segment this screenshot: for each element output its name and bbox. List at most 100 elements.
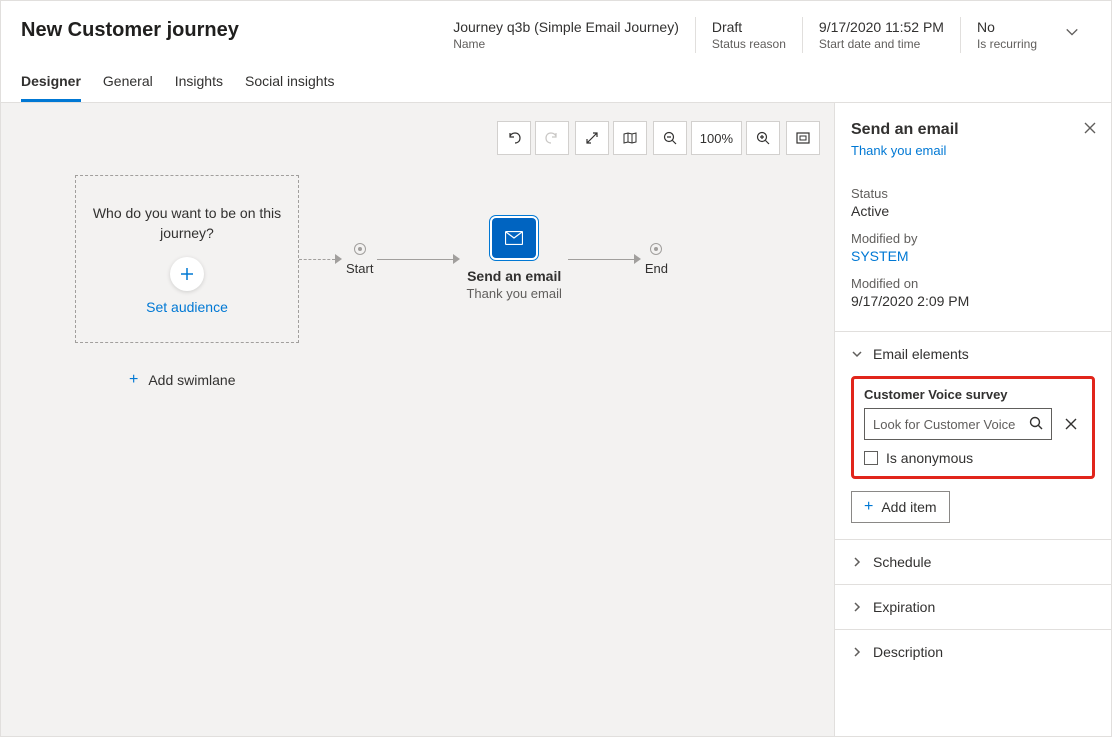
section-email-elements-title: Email elements bbox=[873, 346, 969, 362]
modifiedon-label: Modified on bbox=[851, 276, 1095, 291]
set-audience-link[interactable]: Set audience bbox=[146, 299, 228, 315]
end-label: End bbox=[645, 261, 668, 276]
meta-recurring[interactable]: No Is recurring bbox=[960, 17, 1053, 53]
header: New Customer journey Journey q3b (Simple… bbox=[1, 1, 1111, 53]
modifiedby-label: Modified by bbox=[851, 231, 1095, 246]
zoom-in-icon bbox=[755, 130, 771, 146]
tab-designer[interactable]: Designer bbox=[21, 73, 81, 102]
canvas-toolbar: 100% bbox=[497, 121, 820, 155]
plus-icon: + bbox=[129, 371, 138, 389]
expand-header-button[interactable] bbox=[1053, 17, 1091, 47]
connector-dash bbox=[299, 259, 335, 260]
app-window: New Customer journey Journey q3b (Simple… bbox=[0, 0, 1112, 737]
status-value: Active bbox=[851, 203, 1095, 219]
undo-button[interactable] bbox=[497, 121, 531, 155]
email-node-title: Send an email bbox=[467, 268, 561, 284]
section-schedule-title: Schedule bbox=[873, 554, 931, 570]
zoom-in-button[interactable] bbox=[746, 121, 780, 155]
anonymous-label: Is anonymous bbox=[886, 450, 973, 466]
end-node: End bbox=[645, 243, 668, 276]
section-description-header[interactable]: Description bbox=[835, 630, 1111, 674]
section-expiration-title: Expiration bbox=[873, 599, 935, 615]
flow-row: Who do you want to be on this journey? S… bbox=[75, 175, 814, 343]
panel-header: Send an email Thank you email bbox=[835, 103, 1111, 166]
add-item-label: Add item bbox=[881, 499, 936, 515]
fit-button[interactable] bbox=[786, 121, 820, 155]
section-email-elements-header[interactable]: Email elements bbox=[835, 332, 1111, 376]
page-title: New Customer journey bbox=[21, 17, 239, 43]
close-icon bbox=[1083, 121, 1097, 135]
zoom-level[interactable]: 100% bbox=[691, 121, 742, 155]
add-swimlane-button[interactable]: + Add swimlane bbox=[129, 371, 814, 389]
customer-voice-highlight: Customer Voice survey bbox=[851, 376, 1095, 479]
audience-question: Who do you want to be on this journey? bbox=[86, 203, 288, 243]
redo-icon bbox=[544, 130, 560, 146]
expand-icon bbox=[584, 130, 600, 146]
chevron-right-icon bbox=[851, 646, 863, 658]
section-expiration-header[interactable]: Expiration bbox=[835, 585, 1111, 629]
arrow-icon bbox=[634, 254, 641, 264]
zoom-out-icon bbox=[662, 130, 678, 146]
fit-icon bbox=[795, 130, 811, 146]
tab-general[interactable]: General bbox=[103, 73, 153, 102]
section-email-elements-body: Customer Voice survey bbox=[835, 376, 1111, 539]
section-schedule: Schedule bbox=[835, 539, 1111, 584]
chevron-right-icon bbox=[851, 556, 863, 568]
close-panel-button[interactable] bbox=[1083, 121, 1097, 135]
meta-name[interactable]: Journey q3b (Simple Email Journey) Name bbox=[437, 17, 695, 53]
anonymous-checkbox[interactable] bbox=[864, 451, 878, 465]
plus-icon bbox=[179, 266, 195, 282]
audience-tile[interactable]: Who do you want to be on this journey? S… bbox=[75, 175, 299, 343]
email-node[interactable] bbox=[492, 218, 536, 258]
section-email-elements: Email elements Customer Voice survey bbox=[835, 331, 1111, 539]
tab-social-insights[interactable]: Social insights bbox=[245, 73, 335, 102]
remove-survey-button[interactable] bbox=[1060, 413, 1082, 435]
anonymous-row: Is anonymous bbox=[864, 450, 1082, 466]
start-node: Start bbox=[346, 243, 373, 276]
tab-insights[interactable]: Insights bbox=[175, 73, 223, 102]
arrow-icon bbox=[335, 254, 342, 264]
fullscreen-button[interactable] bbox=[575, 121, 609, 155]
body: 100% Who do you want to be on this journ… bbox=[1, 103, 1111, 736]
start-label: Start bbox=[346, 261, 373, 276]
chevron-right-icon bbox=[851, 601, 863, 613]
chevron-down-icon bbox=[1065, 25, 1079, 39]
panel-title: Send an email bbox=[851, 121, 1095, 139]
status-label: Status bbox=[851, 186, 1095, 201]
flow: Who do you want to be on this journey? S… bbox=[75, 175, 814, 389]
section-schedule-header[interactable]: Schedule bbox=[835, 540, 1111, 584]
connector bbox=[568, 259, 634, 260]
minimap-button[interactable] bbox=[613, 121, 647, 155]
undo-icon bbox=[506, 130, 522, 146]
properties-panel: Send an email Thank you email Status Act… bbox=[835, 103, 1111, 736]
panel-info: Status Active Modified by SYSTEM Modifie… bbox=[835, 166, 1111, 317]
modifiedon-value: 9/17/2020 2:09 PM bbox=[851, 293, 1095, 309]
redo-button[interactable] bbox=[535, 121, 569, 155]
mail-icon bbox=[505, 231, 523, 245]
chevron-down-icon bbox=[851, 348, 863, 360]
zoom-out-button[interactable] bbox=[653, 121, 687, 155]
panel-subtitle-link[interactable]: Thank you email bbox=[851, 143, 1095, 158]
arrow-icon bbox=[453, 254, 460, 264]
search-icon[interactable] bbox=[1028, 415, 1044, 431]
modifiedby-value[interactable]: SYSTEM bbox=[851, 248, 1095, 264]
email-node-col: Send an email Thank you email bbox=[466, 218, 561, 301]
meta-status[interactable]: Draft Status reason bbox=[695, 17, 802, 53]
survey-input-wrap bbox=[864, 408, 1052, 440]
add-item-button[interactable]: + Add item bbox=[851, 491, 950, 523]
plus-icon: + bbox=[864, 498, 873, 516]
title-area: New Customer journey bbox=[21, 17, 279, 43]
canvas[interactable]: 100% Who do you want to be on this journ… bbox=[1, 103, 835, 736]
meta-area: Journey q3b (Simple Email Journey) Name … bbox=[437, 17, 1091, 53]
map-icon bbox=[622, 130, 638, 146]
meta-start[interactable]: 9/17/2020 11:52 PM Start date and time bbox=[802, 17, 960, 53]
connector bbox=[377, 259, 453, 260]
email-node-subtitle: Thank you email bbox=[466, 286, 561, 301]
close-icon bbox=[1064, 417, 1078, 431]
add-audience-button[interactable] bbox=[170, 257, 204, 291]
survey-search-input[interactable] bbox=[864, 408, 1052, 440]
add-swimlane-label: Add swimlane bbox=[148, 372, 235, 388]
survey-row bbox=[864, 408, 1082, 440]
tabs: Designer General Insights Social insight… bbox=[1, 53, 1111, 103]
section-expiration: Expiration bbox=[835, 584, 1111, 629]
